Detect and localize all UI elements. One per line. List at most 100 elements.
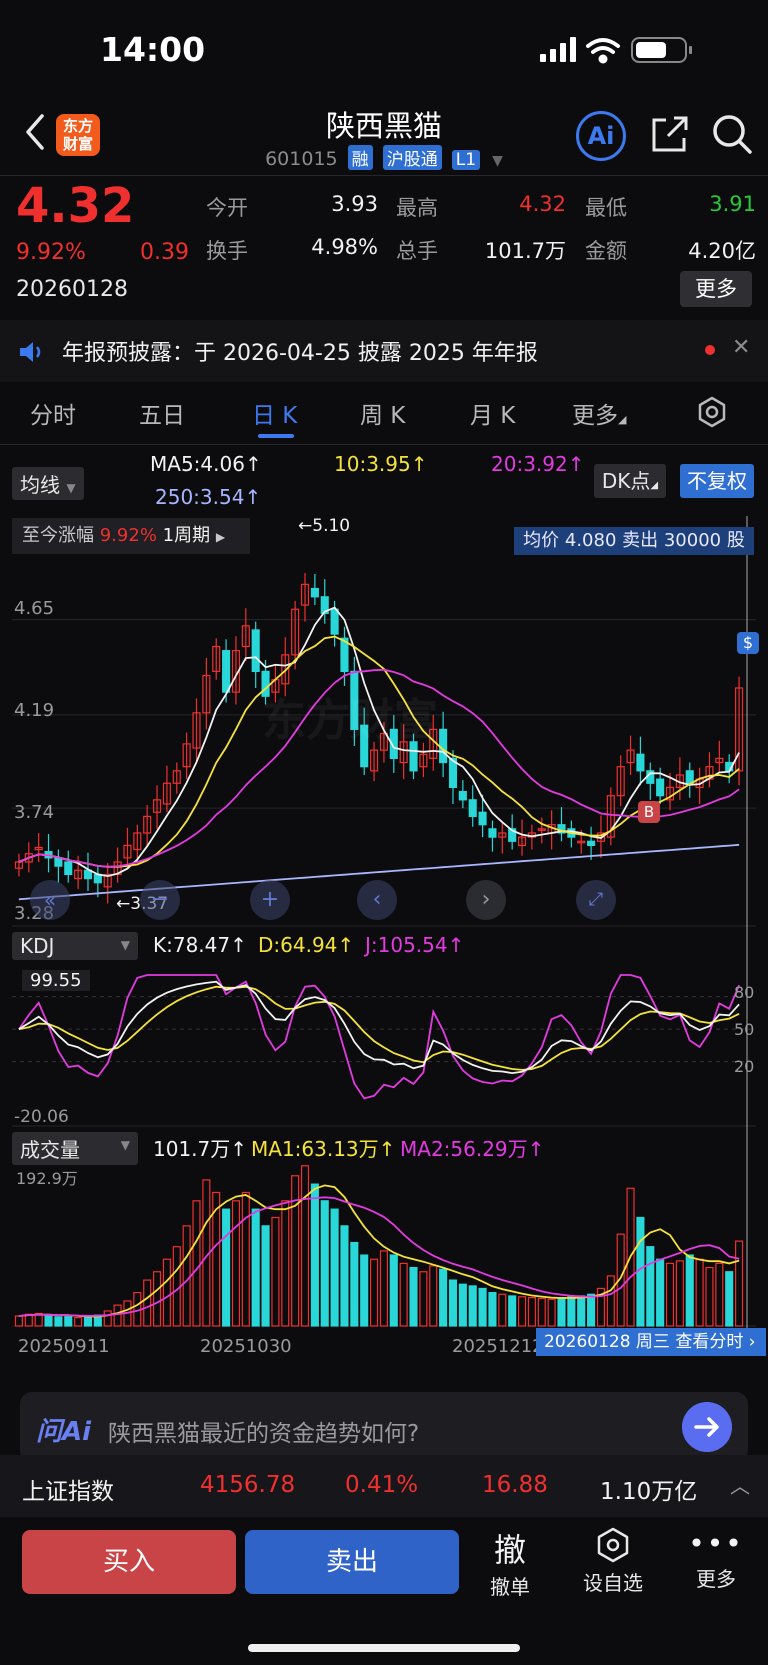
hexagon-icon xyxy=(597,1527,629,1563)
settings-icon[interactable] xyxy=(696,396,728,428)
ask-ai-logo: 问Ai xyxy=(36,1417,92,1447)
candle-body xyxy=(251,629,260,672)
volume-bar xyxy=(567,1296,576,1327)
tag-hk-connect: 沪股通 xyxy=(382,145,442,170)
share-icon[interactable] xyxy=(650,114,690,154)
watermark: 东方财富 xyxy=(262,695,438,746)
volume-bar xyxy=(557,1297,566,1327)
kdj-d-label: D:64.94 xyxy=(258,933,338,957)
close-icon[interactable]: ✕ xyxy=(732,335,750,360)
ai-button[interactable]: Ai xyxy=(576,111,626,161)
volume-bar xyxy=(360,1254,369,1327)
volume-bar xyxy=(281,1200,290,1327)
kdj-level-label: 80 xyxy=(734,983,755,1002)
field-value-open: 3.93 xyxy=(331,192,378,216)
caret-icon: ◢ xyxy=(618,413,627,426)
buy-button[interactable]: 买入 xyxy=(22,1530,236,1594)
kdj-selector[interactable]: KDJ ▼ xyxy=(12,932,138,960)
index-pct: 0.41% xyxy=(345,1472,419,1498)
tab-more[interactable]: 更多◢ xyxy=(572,396,626,430)
tab-daily-k[interactable]: 日 K xyxy=(252,396,297,430)
kdj-j-line xyxy=(18,974,740,1100)
range-gain-box[interactable]: 至今涨幅 9.92% 1周期 ▶ xyxy=(12,518,250,554)
caret-right-icon: ▶ xyxy=(215,530,226,544)
volume-bar xyxy=(320,1200,329,1327)
rewind-icon[interactable]: « xyxy=(30,880,70,920)
quote-more-button[interactable]: 更多 xyxy=(680,271,752,307)
ask-ai-input[interactable]: 陕西黑猫最近的资金趋势如何? xyxy=(108,1414,419,1448)
volume-bar xyxy=(735,1240,744,1327)
no-adjust-button[interactable]: 不复权 xyxy=(680,464,754,498)
volume-bar xyxy=(64,1315,73,1327)
volume-bar xyxy=(488,1292,497,1327)
ma-selector-label: 均线 xyxy=(20,473,60,497)
dk-point-button[interactable]: DK点◢ xyxy=(594,464,666,498)
candle-body xyxy=(587,840,596,847)
signal-icon xyxy=(540,37,576,62)
add-watchlist-button[interactable]: 设自选 xyxy=(573,1525,653,1605)
sell-button[interactable]: 卖出 xyxy=(245,1530,459,1594)
ma20-value: 20:3.92↑ xyxy=(491,452,585,476)
change-amount: 0.39 xyxy=(140,240,189,265)
volume-bar xyxy=(340,1225,349,1327)
battery-icon xyxy=(631,37,692,63)
zoom-out-icon[interactable]: − xyxy=(140,880,180,920)
field-label-amount: 金额 xyxy=(585,239,627,263)
tab-monthly-k[interactable]: 月 K xyxy=(470,396,515,430)
volume-bar xyxy=(537,1297,546,1327)
tag-level: L1 xyxy=(451,150,481,170)
add-watchlist-label: 设自选 xyxy=(583,1571,643,1595)
high-mark-value: 5.10 xyxy=(312,516,351,536)
chevron-down-icon[interactable]: ▼ xyxy=(492,153,503,169)
volume-bar xyxy=(74,1317,83,1327)
high-mark: ←5.10 xyxy=(298,516,351,536)
volume-bar xyxy=(83,1316,93,1327)
volume-bar xyxy=(300,1165,310,1327)
index-name: 上证指数 xyxy=(22,1479,114,1505)
candle-body xyxy=(656,778,665,797)
volume-bar xyxy=(152,1271,162,1327)
volume-selector[interactable]: 成交量 ▼ xyxy=(12,1132,138,1165)
price-axis-label: 4.65 xyxy=(14,598,55,619)
kdj-level-label: 50 xyxy=(734,1020,755,1039)
volume-max-label: 192.9万 xyxy=(16,1169,78,1188)
fullscreen-icon[interactable]: ⤢ xyxy=(576,880,616,920)
volume-bar xyxy=(172,1246,181,1327)
volume-bar xyxy=(399,1262,408,1327)
tab-weekly-k[interactable]: 周 K xyxy=(360,396,405,430)
search-icon[interactable] xyxy=(710,112,754,156)
notice-text: 年报预披露：于 2026-04-25 披露 2025 年年报 xyxy=(62,341,538,366)
volume-bar xyxy=(261,1225,270,1327)
chevron-up-icon[interactable]: ︿ xyxy=(730,1470,750,1499)
more-menu-button[interactable]: ••• 更多 xyxy=(676,1525,756,1605)
candle-body xyxy=(54,857,63,867)
cancel-order-button[interactable]: 撤 撤单 xyxy=(470,1525,550,1605)
buy-marker-icon[interactable]: B xyxy=(638,801,660,823)
next-icon[interactable]: › xyxy=(466,880,506,920)
tab-active-indicator xyxy=(258,434,294,438)
view-intraday-badge[interactable]: 20260128 周三 查看分时 › xyxy=(536,1328,766,1356)
candle-body xyxy=(439,728,448,764)
divider xyxy=(0,175,768,176)
volume-bar xyxy=(44,1314,53,1327)
volume-bar xyxy=(695,1258,704,1327)
more-dots-icon: ••• xyxy=(688,1527,744,1560)
tab-five-day[interactable]: 五日 xyxy=(139,396,185,430)
kline-chart[interactable] xyxy=(0,510,768,1340)
dollar-icon[interactable]: $ xyxy=(737,632,759,654)
zoom-in-icon[interactable]: + xyxy=(250,880,290,920)
volume-current: 101.7万↑ xyxy=(153,1137,248,1161)
change-percent: 9.92% xyxy=(16,240,86,265)
volume-selector-label: 成交量 xyxy=(20,1138,80,1162)
tab-more-label: 更多 xyxy=(572,403,618,429)
caret-icon: ▼ xyxy=(120,1138,130,1152)
ma-selector[interactable]: 均线 ▼ xyxy=(12,467,84,500)
volume-bar xyxy=(577,1295,586,1327)
send-arrow-icon[interactable] xyxy=(682,1402,732,1452)
tab-intraday[interactable]: 分时 xyxy=(30,396,76,430)
field-label-high: 最高 xyxy=(396,196,438,220)
volume-bar xyxy=(162,1258,171,1327)
field-value-high: 4.32 xyxy=(519,192,566,216)
kdj-top-label: 99.55 xyxy=(22,970,90,991)
prev-icon[interactable]: ‹ xyxy=(357,880,397,920)
